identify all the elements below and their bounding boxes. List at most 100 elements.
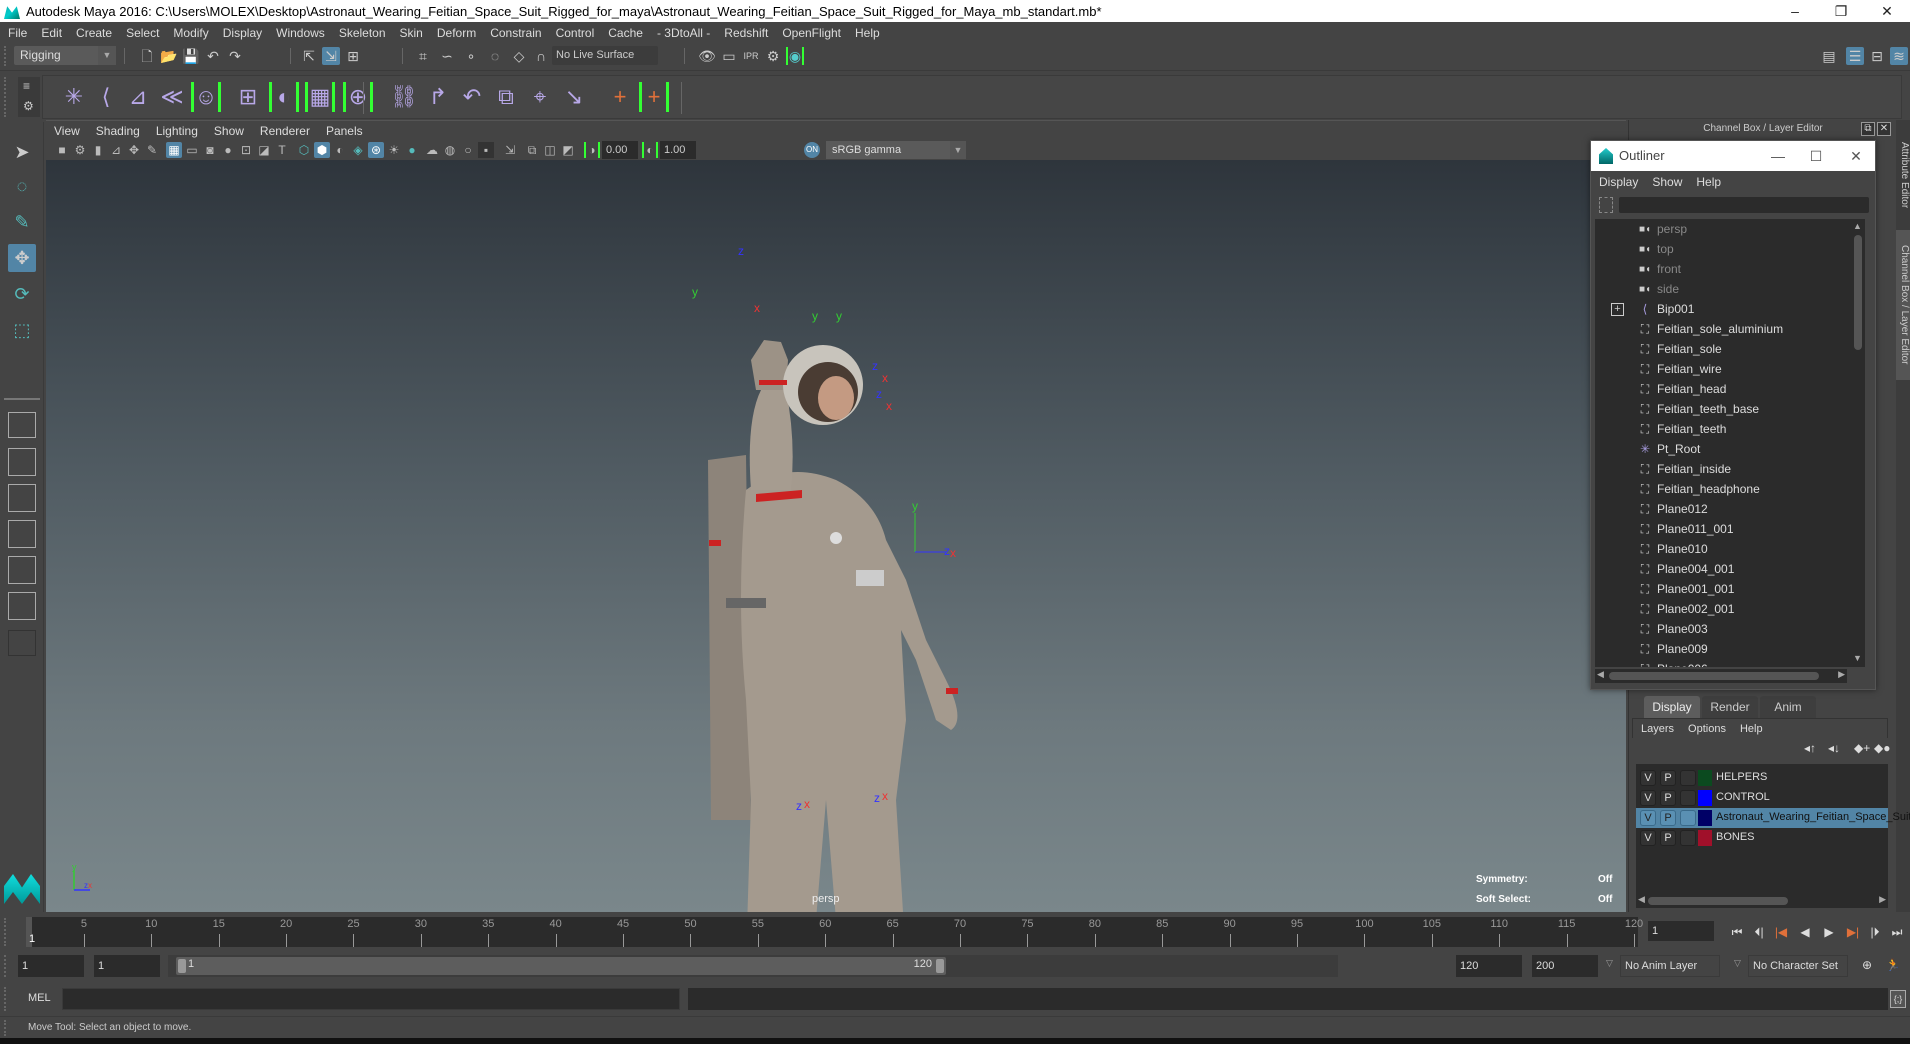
- motion-blur-icon[interactable]: ◍: [442, 142, 458, 158]
- scroll-right-icon[interactable]: ▶: [1838, 669, 1845, 680]
- safe-action-icon[interactable]: ◪: [256, 142, 272, 158]
- outliner-item[interactable]: ⛶ Plane009: [1595, 639, 1851, 659]
- shelf-grip[interactable]: [4, 77, 10, 117]
- tool-settings-toggle-icon[interactable]: ⊟: [1868, 47, 1886, 65]
- shelf-quick-rig-button[interactable]: ☺: [191, 82, 221, 112]
- step-forward-key-icon[interactable]: ▶|: [1844, 923, 1862, 941]
- layer-menu-help[interactable]: Help: [1740, 723, 1763, 735]
- panel-menu-lighting[interactable]: Lighting: [156, 124, 198, 138]
- layer-playback-toggle[interactable]: P: [1660, 770, 1676, 786]
- tab-anim[interactable]: Anim: [1760, 696, 1816, 718]
- 2d-pan-zoom-icon[interactable]: ✥: [126, 142, 142, 158]
- timeline-track[interactable]: 1 5 10 15 20 25 30 35 40 45 50 55 60 65 70 75 80 85 90 95 1…: [26, 917, 1643, 947]
- outliner-close-button[interactable]: ✕: [1841, 141, 1871, 171]
- menu-set-dropdown[interactable]: Rigging ▼: [14, 46, 116, 65]
- channel-box-toggle-icon[interactable]: ≋: [1890, 47, 1908, 65]
- outliner-item[interactable]: ⛶ Plane003: [1595, 619, 1851, 639]
- shelf-tab-menu[interactable]: ≡ ⚙: [18, 77, 40, 117]
- tab-channel-box-layer-editor[interactable]: Channel Box / Layer Editor: [1896, 230, 1910, 380]
- layer-playback-toggle[interactable]: P: [1660, 830, 1676, 846]
- outliner-search-input[interactable]: [1619, 197, 1869, 213]
- single-perspective-layout-icon[interactable]: [8, 412, 36, 438]
- attribute-editor-toggle-icon[interactable]: ☰: [1846, 47, 1864, 65]
- layout-options-icon[interactable]: [8, 630, 36, 656]
- time-slider-grip[interactable]: [4, 918, 10, 946]
- make-live-icon[interactable]: ∩: [532, 47, 550, 65]
- outliner-item[interactable]: ⛶ Feitian_teeth: [1595, 419, 1851, 439]
- hud-toggle-icon[interactable]: ◩: [560, 142, 576, 158]
- range-slider-bar[interactable]: 1 120: [176, 957, 946, 975]
- open-scene-icon[interactable]: 📂: [160, 47, 178, 65]
- shelf-locator-button[interactable]: +: [605, 82, 635, 112]
- outliner-item[interactable]: ⛶ Plane004_001: [1595, 559, 1851, 579]
- playback-end-field[interactable]: 120: [1456, 955, 1522, 977]
- menu-deform[interactable]: Deform: [437, 26, 476, 40]
- character-set-dropdown-arrow-icon[interactable]: ▽: [1734, 958, 1741, 969]
- scroll-up-icon[interactable]: ▲: [1853, 221, 1862, 231]
- shelf-paint-weights-button[interactable]: ◐: [269, 82, 299, 112]
- layer-color-swatch[interactable]: [1698, 830, 1712, 846]
- snap-grid-icon[interactable]: ⌗: [414, 47, 432, 65]
- range-start-handle[interactable]: [178, 959, 186, 973]
- exposure-field[interactable]: 0.00: [602, 141, 638, 159]
- render-settings-icon[interactable]: ⚙: [764, 47, 782, 65]
- outliner-titlebar[interactable]: Outliner — ☐ ✕: [1591, 141, 1875, 171]
- outliner-item[interactable]: ■◖ top: [1595, 239, 1851, 259]
- outliner-item[interactable]: ⛶ Feitian_headphone: [1595, 479, 1851, 499]
- outliner-item[interactable]: ⛶ Plane011_001: [1595, 519, 1851, 539]
- lasso-tool-icon[interactable]: ◌: [8, 172, 36, 200]
- menu-constrain[interactable]: Constrain: [490, 26, 541, 40]
- panel-menu-renderer[interactable]: Renderer: [260, 124, 310, 138]
- menu-3dtoall[interactable]: - 3DtoAll -: [657, 26, 710, 40]
- anti-aliasing-icon[interactable]: ○: [460, 142, 476, 158]
- resolution-gate-icon[interactable]: ◙: [202, 142, 218, 158]
- command-line-grip[interactable]: [4, 987, 10, 1011]
- scroll-right-icon[interactable]: ▶: [1879, 894, 1886, 905]
- menu-modify[interactable]: Modify: [173, 26, 208, 40]
- outliner-menu-show[interactable]: Show: [1652, 175, 1682, 189]
- outliner-item[interactable]: ⛶ Feitian_teeth_base: [1595, 399, 1851, 419]
- character-set-dropdown[interactable]: No Character Set: [1748, 955, 1848, 977]
- outliner-item[interactable]: ⛶ Feitian_wire: [1595, 359, 1851, 379]
- tab-display[interactable]: Display: [1644, 696, 1700, 718]
- menu-edit[interactable]: Edit: [41, 26, 62, 40]
- range-slider-grip[interactable]: [4, 955, 10, 977]
- scroll-left-icon[interactable]: ◀: [1638, 894, 1645, 905]
- gamma-field[interactable]: 1.00: [660, 141, 696, 159]
- minimize-button[interactable]: –: [1772, 3, 1818, 19]
- xray-active-icon[interactable]: ◫: [542, 142, 558, 158]
- xray-joints-icon[interactable]: ⧉: [524, 142, 540, 158]
- close-button[interactable]: ✕: [1864, 3, 1910, 20]
- layer-display-type-toggle[interactable]: [1680, 770, 1696, 786]
- shelf-insert-joint-button[interactable]: ⟨: [91, 82, 121, 112]
- shelf-create-joints-button[interactable]: ✳: [59, 82, 89, 112]
- auto-key-icon[interactable]: ⊕: [1858, 956, 1876, 974]
- rotate-tool-icon[interactable]: ⟳: [8, 280, 36, 308]
- shelf-scale-constraint-button[interactable]: ⧉: [491, 82, 521, 112]
- layer-playback-toggle[interactable]: P: [1660, 810, 1676, 826]
- shelf-pole-vector-constraint-button[interactable]: ↘: [559, 82, 589, 112]
- shelf-bind-skin-button[interactable]: ⊞: [233, 82, 263, 112]
- menu-redshift[interactable]: Redshift: [724, 26, 768, 40]
- shadows-icon[interactable]: ●: [404, 142, 420, 158]
- step-back-frame-icon[interactable]: ⏴|: [1750, 923, 1768, 941]
- move-layer-down-icon[interactable]: ◂↓: [1828, 741, 1844, 757]
- wireframe-icon[interactable]: ⬡: [296, 142, 312, 158]
- use-all-lights-icon[interactable]: ☀: [386, 142, 402, 158]
- outliner-maximize-button[interactable]: ☐: [1801, 141, 1831, 171]
- shelf-ik-spline-button[interactable]: ≪: [157, 82, 187, 112]
- shelf-parent-constraint-button[interactable]: ⛓: [389, 82, 419, 112]
- textured-icon[interactable]: ⊛: [368, 142, 384, 158]
- outliner-menu-display[interactable]: Display: [1599, 175, 1638, 189]
- perspective-viewport[interactable]: yzx yy zx zx yzx zx zx y z x persp Symme…: [46, 160, 1626, 912]
- outliner-item[interactable]: ⛶ Feitian_sole: [1595, 339, 1851, 359]
- outliner-vscrollbar[interactable]: ▲ ▼: [1851, 219, 1865, 667]
- persp-graph-outliner-layout-icon[interactable]: [8, 592, 36, 620]
- menu-windows[interactable]: Windows: [276, 26, 325, 40]
- panel-menu-panels[interactable]: Panels: [326, 124, 363, 138]
- layer-display-type-toggle[interactable]: [1680, 830, 1696, 846]
- panel-menu-view[interactable]: View: [54, 124, 80, 138]
- snap-curve-icon[interactable]: ∽: [438, 47, 456, 65]
- layer-display-type-toggle[interactable]: [1680, 810, 1696, 826]
- outliner-item[interactable]: ⛶ Feitian_sole_aluminium: [1595, 319, 1851, 339]
